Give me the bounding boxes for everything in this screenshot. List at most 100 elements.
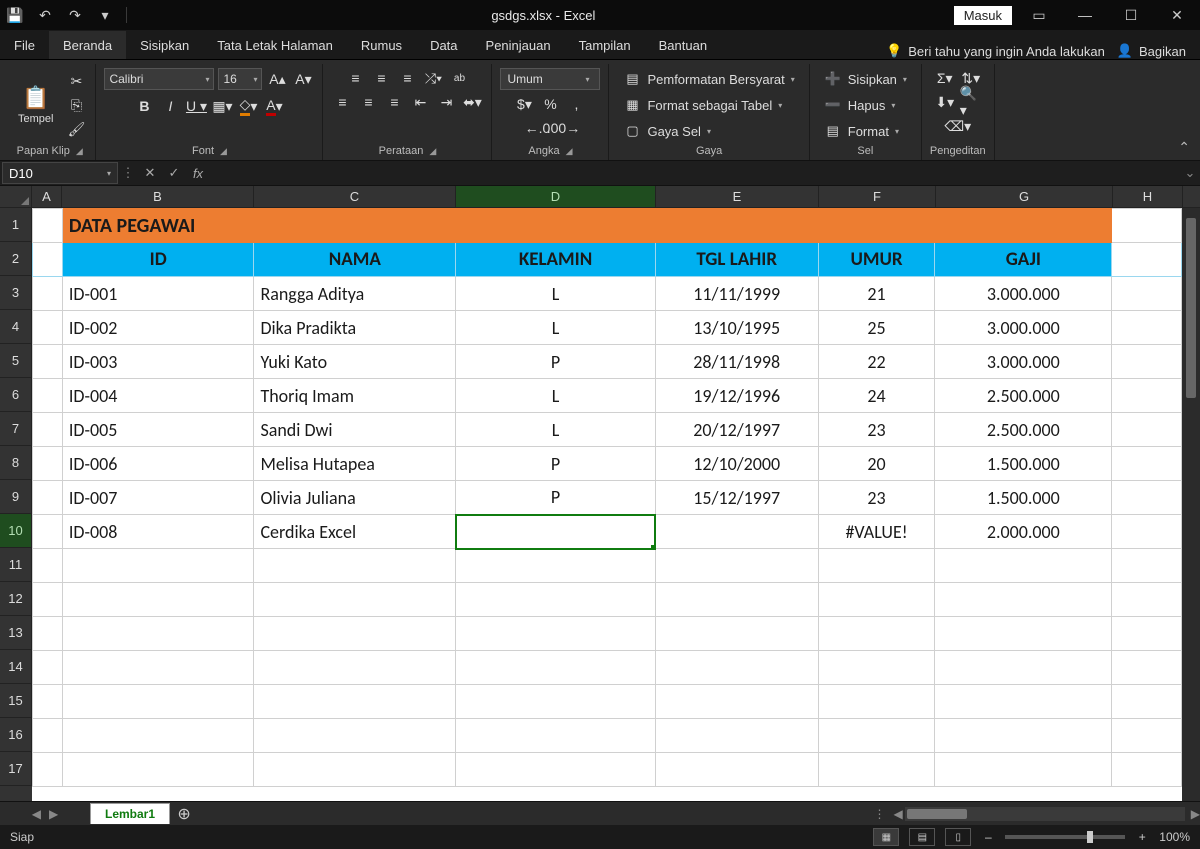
- tab-rumus[interactable]: Rumus: [347, 32, 416, 59]
- merge-center-button[interactable]: ⬌▾: [461, 92, 483, 112]
- currency-icon[interactable]: $▾: [513, 94, 535, 114]
- sheet-tab-lembar1[interactable]: Lembar1: [90, 803, 170, 824]
- clear-icon[interactable]: ⌫▾: [947, 116, 969, 136]
- tab-beranda[interactable]: Beranda: [49, 31, 126, 59]
- col-header-d[interactable]: D: [456, 186, 656, 207]
- col-header-f[interactable]: F: [819, 186, 936, 207]
- horizontal-scrollbar[interactable]: [905, 807, 1185, 821]
- name-box[interactable]: D10▾: [2, 162, 118, 184]
- view-page-break-icon[interactable]: ▯: [945, 828, 971, 846]
- row-header[interactable]: 11: [0, 548, 32, 582]
- format-as-table-button[interactable]: ▦Format sebagai Tabel ▾: [617, 94, 788, 116]
- align-top-icon[interactable]: ≡: [344, 68, 366, 88]
- tab-sisipkan[interactable]: Sisipkan: [126, 32, 203, 59]
- close-icon[interactable]: ✕: [1154, 7, 1200, 24]
- signin-button[interactable]: Masuk: [954, 6, 1012, 25]
- font-color-button[interactable]: A▾: [263, 96, 285, 116]
- fill-icon[interactable]: ⬇▾: [934, 92, 956, 112]
- dialog-launcher-icon[interactable]: ◢: [76, 146, 83, 157]
- row-header[interactable]: 4: [0, 310, 32, 344]
- dialog-launcher-icon[interactable]: ◢: [220, 146, 227, 157]
- paste-button[interactable]: 📋 Tempel: [12, 83, 59, 127]
- row-header[interactable]: 1: [0, 208, 32, 242]
- insert-cells-button[interactable]: ➕Sisipkan ▾: [818, 68, 913, 90]
- row-header[interactable]: 12: [0, 582, 32, 616]
- table-row[interactable]: ID-005Sandi DwiL20/12/1997232.500.000: [32, 413, 1181, 447]
- select-all-button[interactable]: [0, 186, 32, 207]
- undo-icon[interactable]: ↶: [30, 7, 60, 24]
- row-header[interactable]: 10: [0, 514, 32, 548]
- table-row[interactable]: [32, 651, 1181, 685]
- align-right-icon[interactable]: ≡: [383, 92, 405, 112]
- row-header[interactable]: 2: [0, 242, 32, 276]
- row-header[interactable]: 17: [0, 752, 32, 786]
- table-row[interactable]: ID-004Thoriq ImamL19/12/1996242.500.000: [32, 379, 1181, 413]
- row-header[interactable]: 3: [0, 276, 32, 310]
- row-header[interactable]: 16: [0, 718, 32, 752]
- format-cells-button[interactable]: ▤Format ▾: [818, 120, 905, 142]
- conditional-formatting-button[interactable]: ▤Pemformatan Bersyarat ▾: [617, 68, 800, 90]
- percent-icon[interactable]: %: [539, 94, 561, 114]
- table-row[interactable]: [32, 583, 1181, 617]
- number-format-select[interactable]: Umum▾: [500, 68, 600, 90]
- decrease-indent-icon[interactable]: ⇤: [409, 92, 431, 112]
- table-row[interactable]: DATA PEGAWAI: [32, 209, 1181, 243]
- insert-function-icon[interactable]: fx: [186, 166, 210, 181]
- zoom-out-icon[interactable]: –: [981, 830, 995, 844]
- col-header-g[interactable]: G: [936, 186, 1113, 207]
- align-bottom-icon[interactable]: ≡: [396, 68, 418, 88]
- row-header[interactable]: 15: [0, 684, 32, 718]
- table-row[interactable]: [32, 719, 1181, 753]
- cell-styles-button[interactable]: ▢Gaya Sel ▾: [617, 120, 717, 142]
- table-row[interactable]: [32, 753, 1181, 787]
- row-header[interactable]: 5: [0, 344, 32, 378]
- hscroll-right-icon[interactable]: ▶: [1191, 807, 1200, 821]
- zoom-level[interactable]: 100%: [1159, 830, 1190, 844]
- increase-decimal-icon[interactable]: ←.0: [526, 118, 548, 138]
- col-header-c[interactable]: C: [254, 186, 456, 207]
- align-middle-icon[interactable]: ≡: [370, 68, 392, 88]
- italic-button[interactable]: I: [159, 96, 181, 116]
- cancel-formula-icon[interactable]: ✕: [138, 165, 162, 181]
- add-sheet-icon[interactable]: ⊕: [170, 804, 198, 824]
- row-header[interactable]: 13: [0, 616, 32, 650]
- delete-cells-button[interactable]: ➖Hapus ▾: [818, 94, 902, 116]
- ribbon-display-icon[interactable]: ▭: [1016, 7, 1062, 24]
- share-button[interactable]: 👤 Bagikan: [1117, 43, 1186, 59]
- tab-file[interactable]: File: [0, 32, 49, 59]
- autosum-icon[interactable]: Σ▾: [934, 68, 956, 88]
- row-header[interactable]: 8: [0, 446, 32, 480]
- save-icon[interactable]: 💾: [0, 7, 30, 24]
- expand-formula-bar-icon[interactable]: ⌄: [1180, 165, 1200, 181]
- tab-peninjauan[interactable]: Peninjauan: [472, 32, 565, 59]
- bold-button[interactable]: B: [133, 96, 155, 116]
- decrease-font-icon[interactable]: A▾: [292, 69, 314, 89]
- table-row[interactable]: ID NAMA KELAMIN TGL LAHIR UMUR GAJI: [32, 243, 1181, 277]
- tab-tataletak[interactable]: Tata Letak Halaman: [203, 32, 347, 59]
- tab-data[interactable]: Data: [416, 32, 471, 59]
- row-header[interactable]: 7: [0, 412, 32, 446]
- font-name-select[interactable]: Calibri▾: [104, 68, 214, 90]
- table-row[interactable]: [32, 685, 1181, 719]
- table-row[interactable]: [32, 549, 1181, 583]
- row-header[interactable]: 14: [0, 650, 32, 684]
- table-row[interactable]: ID-007Olivia JulianaP15/12/1997231.500.0…: [32, 481, 1181, 515]
- find-select-icon[interactable]: 🔍▾: [960, 92, 982, 112]
- font-size-select[interactable]: 16▾: [218, 68, 262, 90]
- zoom-slider[interactable]: [1005, 835, 1125, 839]
- cells[interactable]: DATA PEGAWAI ID NAMA KELAMIN TGL LAHIR U…: [32, 208, 1182, 801]
- cut-icon[interactable]: ✂: [65, 71, 87, 91]
- table-row[interactable]: ID-008Cerdika Excel#VALUE!2.000.000: [32, 515, 1181, 549]
- borders-button[interactable]: ▦▾: [211, 96, 233, 116]
- increase-font-icon[interactable]: A▴: [266, 69, 288, 89]
- table-row[interactable]: ID-002Dika PradiktaL13/10/1995253.000.00…: [32, 311, 1181, 345]
- view-page-layout-icon[interactable]: ▤: [909, 828, 935, 846]
- vertical-scrollbar[interactable]: [1182, 208, 1200, 801]
- decrease-decimal-icon[interactable]: .00→: [552, 118, 574, 138]
- table-row[interactable]: ID-006Melisa HutapeaP12/10/2000201.500.0…: [32, 447, 1181, 481]
- enter-formula-icon[interactable]: ✓: [162, 165, 186, 181]
- tab-bantuan[interactable]: Bantuan: [645, 32, 721, 59]
- table-row[interactable]: [32, 617, 1181, 651]
- comma-icon[interactable]: ,: [565, 94, 587, 114]
- view-normal-icon[interactable]: ▦: [873, 828, 899, 846]
